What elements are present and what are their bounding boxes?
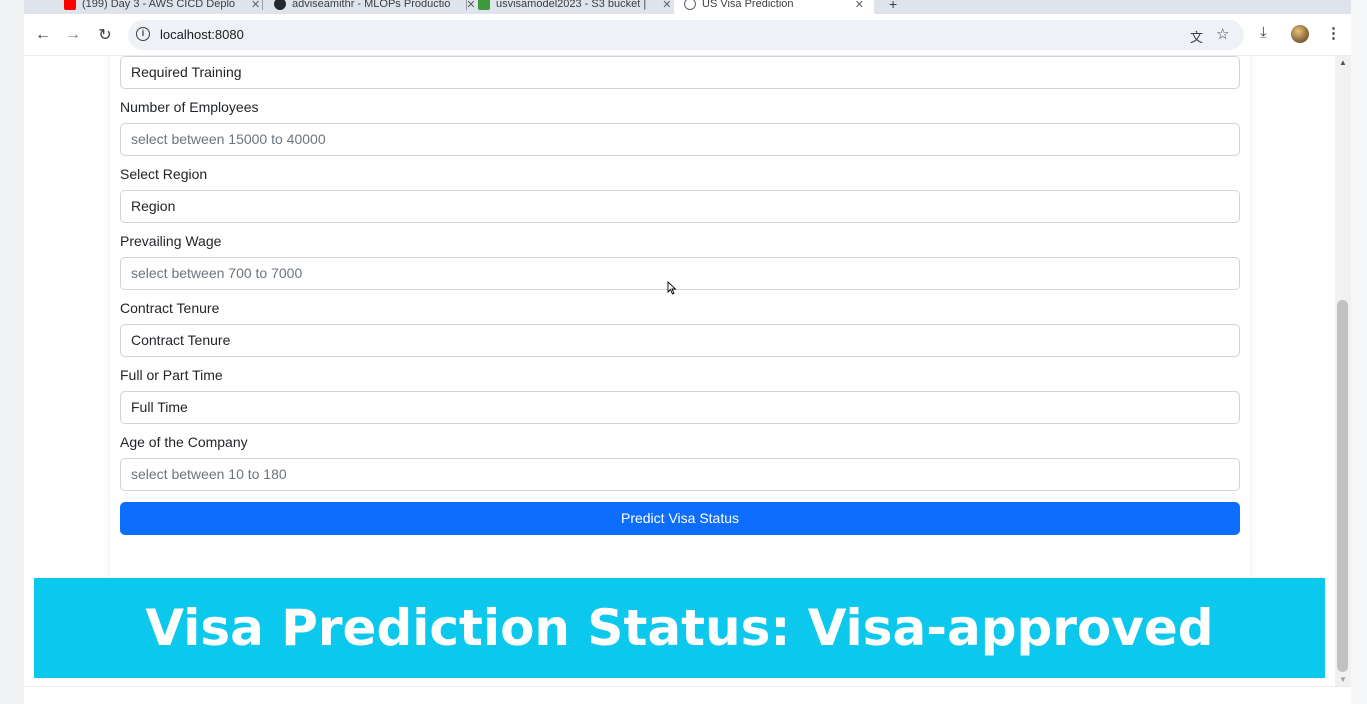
star-icon[interactable]: ☆	[1216, 25, 1229, 43]
required-training-select[interactable]: Required Training	[120, 56, 1240, 89]
tab-github[interactable]: adviseamithr - MLOPs Productio ✕	[264, 0, 486, 14]
translate-icon[interactable]: 文	[1190, 27, 1203, 46]
github-icon	[274, 0, 286, 10]
address-bar[interactable]: i localhost:8080 文 ☆	[128, 20, 1244, 50]
arrow-left-icon: ←	[35, 26, 51, 43]
result-banner: Visa Prediction Status: Visa-approved	[34, 578, 1325, 678]
forward-button[interactable]: →	[62, 24, 84, 46]
vertical-scrollbar[interactable]: ▲ ▼	[1335, 56, 1351, 686]
prevailing-wage-input[interactable]: select between 700 to 7000	[120, 257, 1240, 290]
full-or-part-time-select[interactable]: Full Time	[120, 391, 1240, 424]
number-of-employees-input[interactable]: select between 15000 to 40000	[120, 123, 1240, 156]
tab-youtube[interactable]: (199) Day 3 - AWS CICD Deplo ✕	[54, 0, 270, 14]
tab-label: (199) Day 3 - AWS CICD Deplo	[82, 0, 236, 10]
number-of-employees-label: Number of Employees	[120, 99, 259, 115]
tab-separator	[262, 0, 263, 10]
mouse-cursor-icon	[667, 281, 677, 295]
reload-button[interactable]: ↻	[94, 24, 116, 46]
tab-label: usvisamodel2023 - S3 bucket |	[496, 0, 647, 10]
scroll-up-icon[interactable]: ▲	[1339, 58, 1347, 67]
region-label: Select Region	[120, 166, 208, 182]
contract-tenure-label: Contract Tenure	[120, 300, 220, 316]
background-right	[1351, 0, 1367, 704]
youtube-icon	[64, 0, 76, 10]
tab-separator	[466, 0, 467, 10]
url-text: localhost:8080	[160, 27, 244, 42]
tab-s3-bucket[interactable]: usvisamodel2023 - S3 bucket | ✕	[468, 0, 681, 14]
screen: (199) Day 3 - AWS CICD Deplo ✕ adviseami…	[0, 0, 1367, 704]
tab-label: US Visa Prediction	[702, 0, 794, 10]
window-bottom-edge	[24, 686, 1351, 704]
region-select[interactable]: Region	[120, 190, 1240, 223]
close-icon[interactable]: ✕	[251, 0, 260, 11]
avatar[interactable]	[1291, 25, 1309, 43]
full-or-part-time-label: Full or Part Time	[120, 367, 223, 383]
form-card: Required Training Number of Employees se…	[110, 56, 1250, 578]
globe-icon	[684, 0, 696, 10]
back-button[interactable]: ←	[32, 24, 54, 46]
plus-icon: +	[889, 0, 898, 12]
contract-tenure-select[interactable]: Contract Tenure	[120, 324, 1240, 357]
result-status-text: Visa Prediction Status: Visa-approved	[145, 599, 1214, 657]
s3-bucket-icon	[478, 0, 490, 10]
predict-visa-status-button[interactable]: Predict Visa Status	[120, 502, 1240, 535]
full-or-part-time-group: Full or Part Time Full Time	[120, 366, 1240, 424]
company-age-label: Age of the Company	[120, 434, 248, 450]
close-icon[interactable]: ✕	[662, 0, 671, 11]
company-age-group: Age of the Company select between 10 to …	[120, 433, 1240, 491]
required-training-group: Required Training	[120, 56, 1240, 89]
tab-strip: (199) Day 3 - AWS CICD Deplo ✕ adviseami…	[24, 0, 1351, 14]
tab-us-visa-prediction[interactable]: US Visa Prediction ✕	[674, 0, 874, 14]
download-icon[interactable]: ⤓	[1260, 24, 1267, 41]
number-of-employees-group: Number of Employees select between 15000…	[120, 98, 1240, 156]
browser-toolbar: ← → ↻ i localhost:8080 文 ☆ ⤓ ⋮	[24, 14, 1351, 56]
close-icon[interactable]: ✕	[855, 0, 864, 11]
scrollbar-thumb[interactable]	[1337, 300, 1348, 672]
contract-tenure-group: Contract Tenure Contract Tenure	[120, 299, 1240, 357]
scroll-down-icon[interactable]: ▼	[1339, 675, 1347, 684]
region-group: Select Region Region	[120, 165, 1240, 223]
site-info-icon[interactable]: i	[136, 27, 150, 41]
new-tab-button[interactable]: +	[879, 0, 907, 14]
company-age-input[interactable]: select between 10 to 180	[120, 458, 1240, 491]
more-menu-icon[interactable]: ⋮	[1326, 24, 1341, 42]
prevailing-wage-group: Prevailing Wage select between 700 to 70…	[120, 232, 1240, 290]
reload-icon: ↻	[98, 27, 112, 44]
arrow-right-icon: →	[65, 26, 81, 43]
tab-label: adviseamithr - MLOPs Productio	[292, 0, 451, 10]
prevailing-wage-label: Prevailing Wage	[120, 233, 222, 249]
